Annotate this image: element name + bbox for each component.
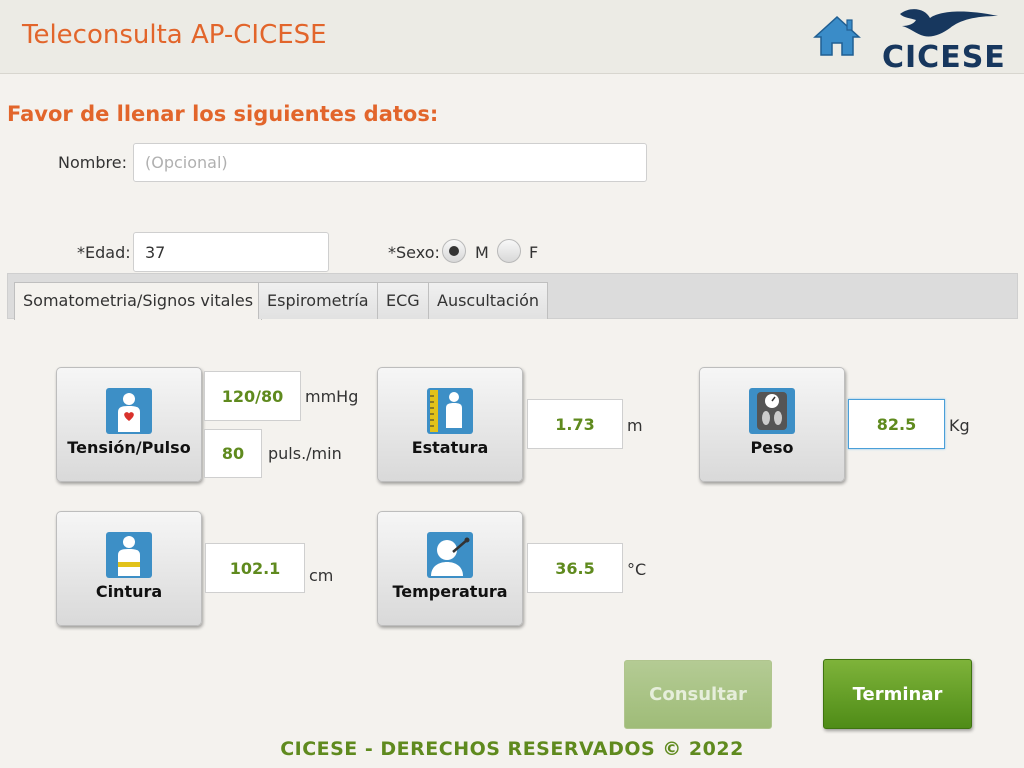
tab-somatometria[interactable]: Somatometria/Signos vitales [14, 282, 263, 320]
edad-input[interactable] [133, 232, 329, 272]
temperatura-label: Temperatura [392, 582, 508, 601]
peso-unit: Kg [949, 416, 970, 435]
cintura-button[interactable]: Cintura [56, 511, 202, 626]
temperatura-value-input[interactable]: 36.5 [527, 543, 623, 593]
tension-pulso-label: Tensión/Pulso [67, 438, 191, 457]
height-ruler-icon [427, 388, 473, 434]
nombre-label: Nombre: [58, 153, 127, 172]
thermometer-person-icon [427, 532, 473, 578]
peso-value-input[interactable]: 82.5 [848, 399, 945, 449]
pulso-value-input[interactable]: 80 [204, 429, 262, 478]
pulso-unit: puls./min [268, 444, 342, 463]
form-instructions: Favor de llenar los siguientes datos: [7, 102, 439, 126]
cicese-logo-text: CICESE [882, 40, 1006, 75]
nombre-input[interactable] [133, 143, 647, 182]
edad-label: *Edad: [77, 243, 131, 262]
tension-pulso-button[interactable]: Tensión/Pulso [56, 367, 202, 482]
peso-label: Peso [750, 438, 794, 457]
app-title: Teleconsulta AP-CICESE [22, 20, 327, 50]
terminar-button[interactable]: Terminar [823, 659, 972, 729]
sexo-radio-m[interactable] [442, 239, 466, 263]
sexo-radio-f[interactable] [497, 239, 521, 263]
app-header: Teleconsulta AP-CICESE CICESE [0, 0, 1024, 75]
tab-espirometria[interactable]: Espirometría [258, 282, 378, 319]
sexo-label: *Sexo: [388, 243, 440, 262]
estatura-value-input[interactable]: 1.73 [527, 399, 623, 449]
presion-unit: mmHg [305, 387, 359, 406]
cintura-value-input[interactable]: 102.1 [205, 543, 305, 593]
home-icon[interactable] [812, 14, 862, 58]
estatura-label: Estatura [411, 438, 489, 457]
tab-ecg[interactable]: ECG [377, 282, 429, 319]
cintura-label: Cintura [95, 582, 163, 601]
radio-selected-dot [449, 246, 459, 256]
heart-person-icon [106, 388, 152, 434]
scale-icon [749, 388, 795, 434]
temperatura-button[interactable]: Temperatura [377, 511, 523, 626]
presion-value-input[interactable]: 120/80 [204, 371, 301, 421]
estatura-unit: m [627, 416, 643, 435]
estatura-button[interactable]: Estatura [377, 367, 523, 482]
consultar-button[interactable]: Consultar [624, 660, 772, 729]
footer-copyright: CICESE - DERECHOS RESERVADOS © 2022 [280, 738, 744, 760]
tab-auscultacion[interactable]: Auscultación [428, 282, 549, 319]
waist-tape-icon [106, 532, 152, 578]
sexo-option-f-label: F [529, 243, 539, 262]
peso-button[interactable]: Peso [699, 367, 845, 482]
sexo-option-m-label: M [475, 243, 489, 262]
temperatura-unit: °C [627, 560, 647, 579]
cintura-unit: cm [309, 566, 334, 585]
